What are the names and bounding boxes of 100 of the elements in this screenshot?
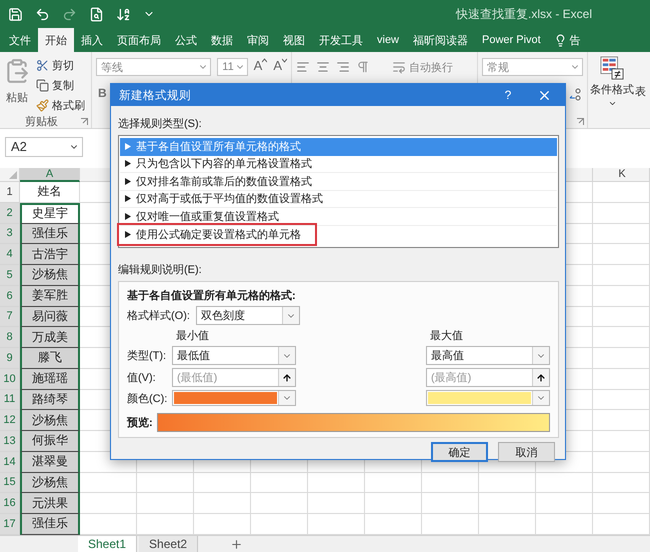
field-label: 格式样式(O): bbox=[127, 309, 190, 323]
table-cell[interactable]: 姜军胜 bbox=[20, 286, 80, 306]
reference-button[interactable] bbox=[278, 369, 295, 386]
row-header[interactable]: 6 bbox=[0, 286, 20, 306]
ok-button[interactable]: 确定 bbox=[431, 442, 488, 462]
type-select[interactable]: 最高值 bbox=[426, 346, 550, 365]
cancel-button[interactable]: 取消 bbox=[498, 442, 555, 462]
paste-label[interactable]: 粘贴 bbox=[6, 90, 28, 105]
copy-button[interactable]: 复制 bbox=[34, 76, 87, 94]
type-select[interactable]: 最低值 bbox=[172, 346, 296, 365]
row-header[interactable]: 2 bbox=[0, 202, 20, 224]
font-name-field[interactable]: 等线 bbox=[96, 58, 212, 76]
column-header[interactable]: K bbox=[595, 168, 650, 182]
reference-button[interactable] bbox=[532, 369, 549, 386]
table-cell[interactable]: 湛翠曼 bbox=[20, 452, 80, 472]
dialog-launcher-icon[interactable] bbox=[81, 118, 88, 125]
table-cell[interactable]: 易问薇 bbox=[20, 306, 80, 328]
tell-me-label[interactable]: 告 bbox=[570, 32, 581, 48]
ribbon-tab[interactable]: 公式 bbox=[168, 28, 204, 52]
ribbon-tab[interactable]: 插入 bbox=[74, 28, 110, 52]
row-header[interactable]: 12 bbox=[0, 410, 20, 431]
row-header[interactable]: 13 bbox=[0, 431, 20, 452]
ribbon-tab[interactable]: 页面布局 bbox=[110, 28, 168, 52]
row-header[interactable]: 15 bbox=[0, 472, 20, 494]
ribbon-tab[interactable]: 数据 bbox=[204, 28, 240, 52]
ribbon-tab[interactable]: Power Pivot bbox=[475, 28, 548, 52]
triangle-icon bbox=[9, 171, 17, 179]
row-header[interactable]: 14 bbox=[0, 452, 20, 472]
name-box[interactable]: A2 bbox=[5, 136, 83, 156]
redo-icon[interactable] bbox=[62, 6, 77, 22]
table-cell[interactable]: 何振华 bbox=[20, 431, 80, 452]
row-header[interactable]: 11 bbox=[0, 390, 20, 410]
table-cell[interactable]: 元洪果 bbox=[20, 493, 80, 514]
field-label: 编辑规则说明(E): bbox=[118, 263, 203, 277]
table-cell[interactable]: 史星宇 bbox=[20, 202, 80, 224]
row-header[interactable]: 7 bbox=[0, 306, 20, 328]
table-cell[interactable]: 路绮琴 bbox=[20, 390, 80, 410]
format-painter-button[interactable]: 格式刷 bbox=[34, 96, 87, 114]
undo-icon[interactable] bbox=[35, 6, 50, 22]
table-cell[interactable]: 沙杨焦 bbox=[20, 410, 80, 431]
number-format-field[interactable]: 常规 bbox=[482, 58, 583, 76]
triangle-icon bbox=[125, 143, 131, 150]
format-style-select[interactable]: 双色刻度 bbox=[196, 306, 300, 325]
dropdown-button[interactable] bbox=[278, 391, 295, 405]
rule-type-item[interactable]: 仅对排名靠前或靠后的数值设置格式 bbox=[120, 173, 557, 190]
sort-icon[interactable] bbox=[116, 6, 131, 22]
row-header[interactable]: 10 bbox=[0, 368, 20, 390]
print-preview-icon[interactable] bbox=[89, 6, 104, 22]
table-cell[interactable]: 姓名 bbox=[20, 182, 80, 203]
table-cell[interactable]: 古浩宇 bbox=[20, 244, 80, 265]
row-header[interactable]: 17 bbox=[0, 514, 20, 535]
dropdown-button[interactable] bbox=[532, 391, 549, 405]
ribbon-tab[interactable]: 开始 bbox=[38, 28, 74, 52]
ribbon-tab[interactable]: 审阅 bbox=[240, 28, 276, 52]
ribbon-tab[interactable]: 开发工具 bbox=[312, 28, 370, 52]
bold-button[interactable]: B bbox=[96, 86, 109, 100]
wrap-text-icon bbox=[392, 60, 406, 74]
table-cell[interactable]: 施瑶瑶 bbox=[20, 368, 80, 390]
row-header[interactable]: 16 bbox=[0, 493, 20, 514]
add-sheet-icon[interactable] bbox=[230, 538, 244, 551]
color-picker[interactable] bbox=[426, 390, 550, 406]
ribbon-tab[interactable]: view bbox=[370, 28, 406, 52]
table-cell[interactable]: 强佳乐 bbox=[20, 224, 80, 244]
lightbulb-icon[interactable] bbox=[554, 34, 567, 46]
ribbon-tab[interactable]: 视图 bbox=[276, 28, 312, 52]
table-cell[interactable]: 沙杨焦 bbox=[20, 472, 80, 494]
rule-type-item[interactable]: 使用公式确定要设置格式的单元格 bbox=[120, 226, 314, 243]
save-icon[interactable] bbox=[8, 6, 23, 22]
ribbon-tab[interactable]: 文件 bbox=[2, 28, 38, 52]
shrink-font-button[interactable]: A bbox=[273, 58, 287, 76]
table-cell[interactable]: 强佳乐 bbox=[20, 514, 80, 535]
rule-type-item[interactable]: 仅对高于或低于平均值的数值设置格式 bbox=[120, 190, 557, 208]
help-button[interactable]: ? bbox=[495, 88, 521, 102]
column-header[interactable]: A bbox=[20, 168, 80, 182]
row-header[interactable]: 9 bbox=[0, 348, 20, 369]
rule-type-item[interactable]: 只为包含以下内容的单元格设置格式 bbox=[120, 156, 557, 173]
table-cell[interactable]: 万成美 bbox=[20, 327, 80, 348]
rule-type-item[interactable]: 仅对唯一值或重复值设置格式 bbox=[120, 208, 557, 226]
sheet-tab[interactable]: Sheet1 bbox=[78, 536, 138, 552]
dialog-launcher-icon[interactable] bbox=[577, 118, 584, 125]
row-header[interactable]: 5 bbox=[0, 265, 20, 286]
color-picker[interactable] bbox=[172, 390, 296, 406]
conditional-formatting-button[interactable]: 条件格式 bbox=[590, 56, 634, 126]
column-heading: 最小值 bbox=[175, 329, 210, 343]
table-cell[interactable]: 沙杨焦 bbox=[20, 265, 80, 286]
select-all-corner[interactable] bbox=[0, 168, 20, 182]
rule-type-item[interactable]: 基于各自值设置所有单元格的格式 bbox=[120, 138, 557, 156]
row-header[interactable]: 4 bbox=[0, 244, 20, 265]
row-header[interactable]: 3 bbox=[0, 224, 20, 244]
font-size-field[interactable]: 11 bbox=[217, 58, 248, 76]
sheet-tab[interactable]: Sheet2 bbox=[139, 536, 198, 552]
format-as-table-button[interactable]: 表 bbox=[635, 56, 646, 126]
grow-font-button[interactable]: A bbox=[254, 58, 268, 76]
row-header[interactable]: 8 bbox=[0, 327, 20, 348]
triangle-icon bbox=[125, 230, 131, 238]
wrap-text-button[interactable]: 自动换行 bbox=[390, 58, 455, 76]
table-cell[interactable]: 滕飞 bbox=[20, 348, 80, 369]
ribbon-tab[interactable]: 福昕阅读器 bbox=[406, 28, 476, 52]
row-header[interactable]: 1 bbox=[0, 182, 20, 203]
cut-button[interactable]: 剪切 bbox=[34, 56, 87, 74]
